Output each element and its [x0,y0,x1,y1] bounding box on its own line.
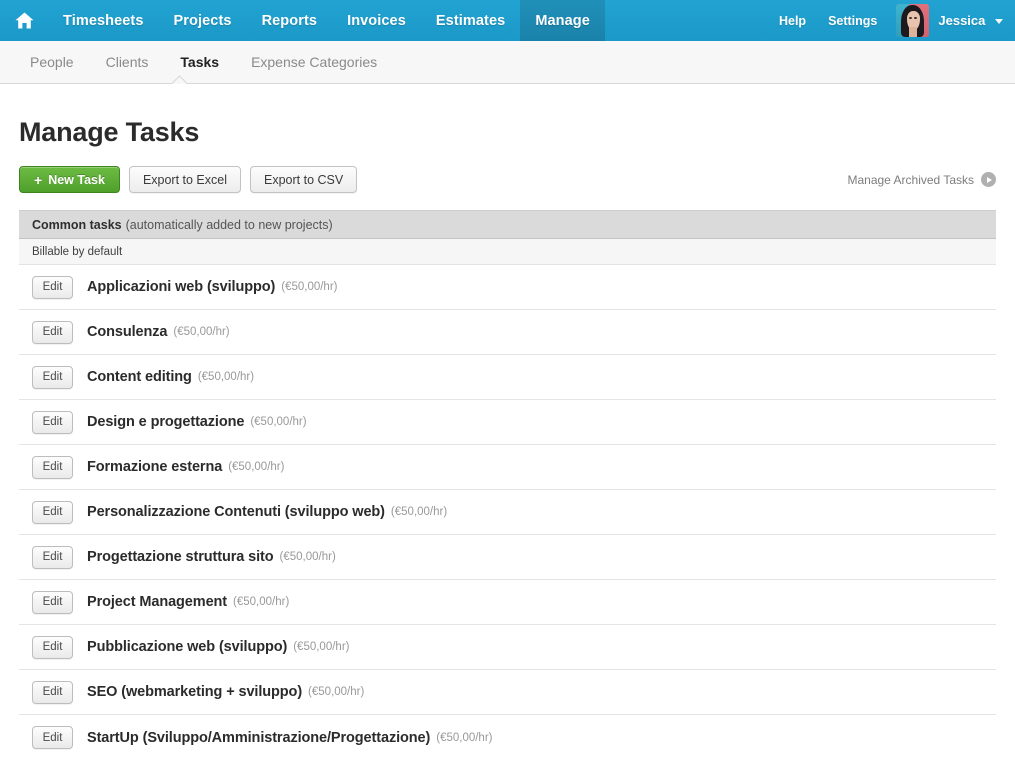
manage-archived-tasks-link[interactable]: Manage Archived Tasks [847,172,996,187]
subnav-item-clients[interactable]: Clients [90,54,165,70]
nav-item-manage[interactable]: Manage [520,0,605,41]
table-row: Edit Consulenza (€50,00/hr) [19,310,996,355]
table-row: Edit Content editing (€50,00/hr) [19,355,996,400]
task-name: Progettazione struttura sito [87,549,274,565]
chevron-down-icon [995,19,1003,25]
nav-item-label: Reports [261,12,318,29]
task-name: SEO (webmarketing + sviluppo) [87,684,303,700]
billable-by-default-label: Billable by default [19,239,996,265]
subnav-item-tasks[interactable]: Tasks [164,54,235,70]
task-name: Consulenza [87,324,168,340]
nav-item-label: Timesheets [63,12,144,29]
home-button[interactable] [0,0,48,41]
help-link[interactable]: Help [768,14,817,28]
table-row: Edit Pubblicazione web (sviluppo) (€50,0… [19,625,996,670]
table-row: Edit Applicazioni web (sviluppo) (€50,00… [19,265,996,310]
panel-header: Common tasks (automatically added to new… [19,210,996,239]
task-rate: (€50,00/hr) [308,686,365,698]
task-name: StartUp (Sviluppo/Amministrazione/Proget… [87,729,431,746]
nav-item-timesheets[interactable]: Timesheets [48,0,159,41]
task-name: Content editing [87,369,192,385]
nav-right-group: Help Settings Jessica [768,0,1015,41]
task-rate: (€50,00/hr) [173,326,230,338]
nav-item-label: Projects [173,12,232,29]
top-navigation-bar: Timesheets Projects Reports Invoices Est… [0,0,1015,41]
nav-item-invoices[interactable]: Invoices [332,0,421,41]
plus-icon: + [34,171,43,188]
export-excel-button[interactable]: Export to Excel [128,166,242,193]
edit-button[interactable]: Edit [32,365,73,389]
nav-item-label: Manage [535,12,590,29]
subnav-item-label: Tasks [180,54,220,70]
edit-button[interactable]: Edit [32,680,73,704]
table-row: Edit Progettazione struttura sito (€50,0… [19,535,996,580]
play-circle-icon [981,172,996,187]
edit-button[interactable]: Edit [32,320,73,344]
nav-item-label: Invoices [347,12,406,29]
panel-header-title: Common tasks [32,217,122,232]
task-list: Edit Applicazioni web (sviluppo) (€50,00… [19,265,996,760]
user-menu[interactable]: Jessica [938,13,1003,28]
edit-button[interactable]: Edit [32,545,73,569]
task-name: Applicazioni web (sviluppo) [87,279,276,295]
task-name: Project Management [87,594,228,610]
table-row: Edit Design e progettazione (€50,00/hr) [19,400,996,445]
task-name: Pubblicazione web (sviluppo) [87,639,288,655]
home-icon [15,12,34,29]
subnav-item-label: Clients [105,54,149,70]
manage-archived-tasks-label: Manage Archived Tasks [847,172,974,187]
nav-item-estimates[interactable]: Estimates [421,0,520,41]
primary-nav-items: Timesheets Projects Reports Invoices Est… [48,0,605,41]
table-row: Edit SEO (webmarketing + sviluppo) (€50,… [19,670,996,715]
new-task-label: New Task [48,172,105,187]
subnav-item-label: Expense Categories [251,54,378,70]
task-rate: (€50,00/hr) [390,506,448,518]
new-task-button[interactable]: + New Task [19,166,120,193]
toolbar: + New Task Export to Excel Export to CSV… [19,166,996,193]
panel-header-note: (automatically added to new projects) [125,217,333,232]
nav-item-reports[interactable]: Reports [247,0,333,41]
avatar-neck [908,27,918,37]
task-rate: (€50,00/hr) [293,641,350,653]
nav-item-projects[interactable]: Projects [159,0,247,41]
subnav-item-label: People [30,54,74,70]
page-title: Manage Tasks [19,117,200,147]
edit-button[interactable]: Edit [32,635,73,659]
user-name-label: Jessica [938,13,986,28]
task-rate: (€50,00/hr) [250,416,307,428]
task-rate: (€50,00/hr) [281,281,338,293]
export-csv-button[interactable]: Export to CSV [250,166,358,193]
sub-navigation-bar: People Clients Tasks Expense Categories [0,41,1015,84]
edit-button[interactable]: Edit [32,590,73,614]
table-row: Edit Personalizzazione Contenuti (svilup… [19,490,996,535]
task-name: Design e progettazione [87,414,245,430]
task-rate: (€50,00/hr) [279,551,336,563]
edit-button[interactable]: Edit [32,726,73,749]
task-rate: (€50,00/hr) [436,731,493,744]
edit-button[interactable]: Edit [32,455,73,479]
edit-button[interactable]: Edit [32,500,73,524]
task-rate: (€50,00/hr) [228,461,285,473]
task-rate: (€50,00/hr) [197,371,255,383]
table-row: Edit StartUp (Sviluppo/Amministrazione/P… [19,715,996,760]
edit-button[interactable]: Edit [32,410,73,434]
table-row: Edit Formazione esterna (€50,00/hr) [19,445,996,490]
common-tasks-panel: Common tasks (automatically added to new… [19,210,996,760]
avatar[interactable] [896,4,930,37]
subnav-item-expense-categories[interactable]: Expense Categories [235,54,393,70]
active-tab-indicator-icon [172,75,188,84]
table-row: Edit Project Management (€50,00/hr) [19,580,996,625]
subnav-item-people[interactable]: People [14,54,90,70]
avatar-eye-left [908,17,912,20]
task-name: Personalizzazione Contenuti (sviluppo we… [87,504,385,520]
task-rate: (€50,00/hr) [233,596,290,608]
edit-button[interactable]: Edit [32,275,73,299]
page-body: Manage Tasks + New Task Export to Excel … [0,117,1015,760]
task-name: Formazione esterna [87,459,223,475]
nav-item-label: Estimates [435,12,506,29]
settings-link[interactable]: Settings [817,14,888,28]
